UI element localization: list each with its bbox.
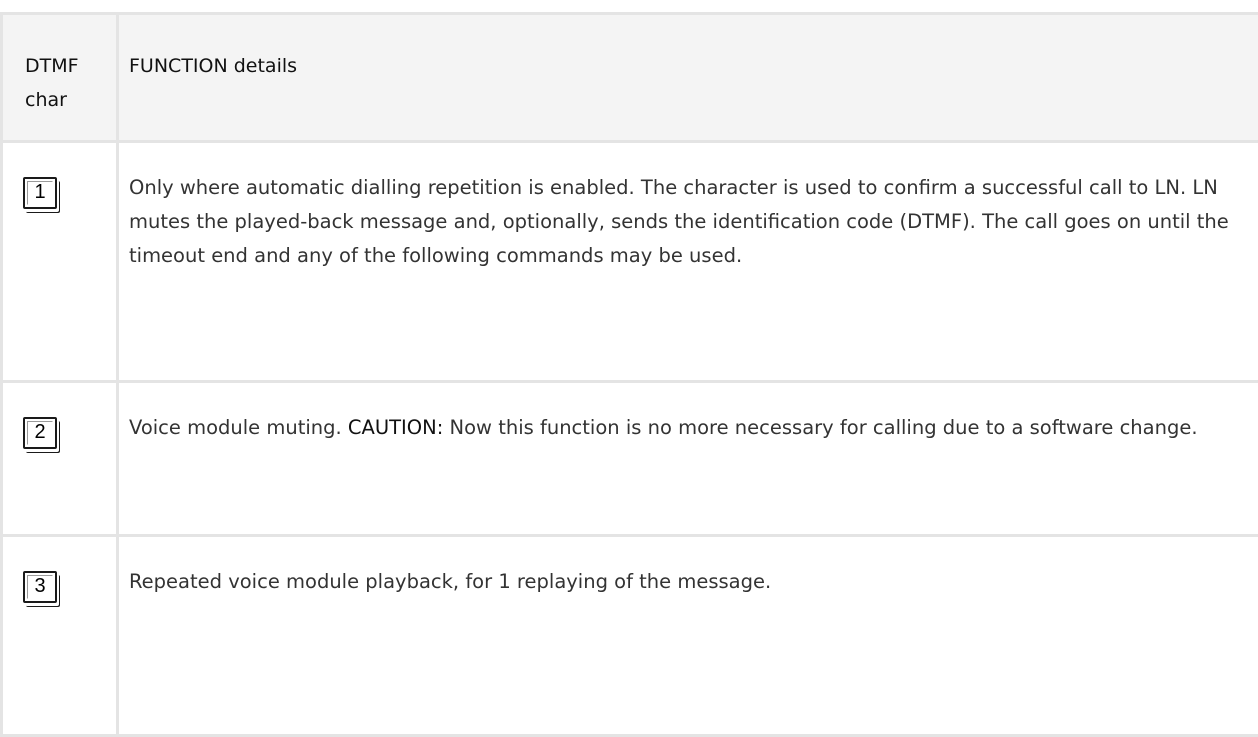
key-2-label: 2 (25, 420, 55, 444)
header-dtmf-char-line1: DTMF (25, 49, 116, 83)
dtmf-char-cell: 1 (2, 142, 118, 382)
function-details-cell: Repeated voice module playback, for 1 re… (118, 536, 1258, 736)
key-3-label: 3 (25, 574, 55, 598)
dtmf-char-cell: 2 (2, 382, 118, 536)
table-row: 3 Repeated voice module playback, for 1 … (2, 536, 1258, 736)
function-details-cell: Voice module muting. CAUTION: Now this f… (118, 382, 1258, 536)
dtmf-function-table: DTMF char FUNCTION details 1 Only where … (0, 12, 1258, 737)
header-dtmf-char-line2: char (25, 83, 116, 117)
header-dtmf-char: DTMF char (2, 14, 118, 142)
key-1-label: 1 (25, 180, 55, 204)
key-2-icon: 2 (23, 417, 57, 449)
function-text: Now this function is no more necessary f… (443, 416, 1197, 439)
key-1-icon: 1 (23, 177, 57, 209)
header-function-details: FUNCTION details (118, 14, 1258, 142)
function-text: Voice module muting. (129, 416, 348, 439)
table-row: 2 Voice module muting. CAUTION: Now this… (2, 382, 1258, 536)
dtmf-char-cell: 3 (2, 536, 118, 736)
key-3-icon: 3 (23, 571, 57, 603)
function-details-cell: Only where automatic dialling repetition… (118, 142, 1258, 382)
caution-label: CAUTION: (348, 416, 443, 439)
table-header-row: DTMF char FUNCTION details (2, 14, 1258, 142)
table-row: 1 Only where automatic dialling repetiti… (2, 142, 1258, 382)
